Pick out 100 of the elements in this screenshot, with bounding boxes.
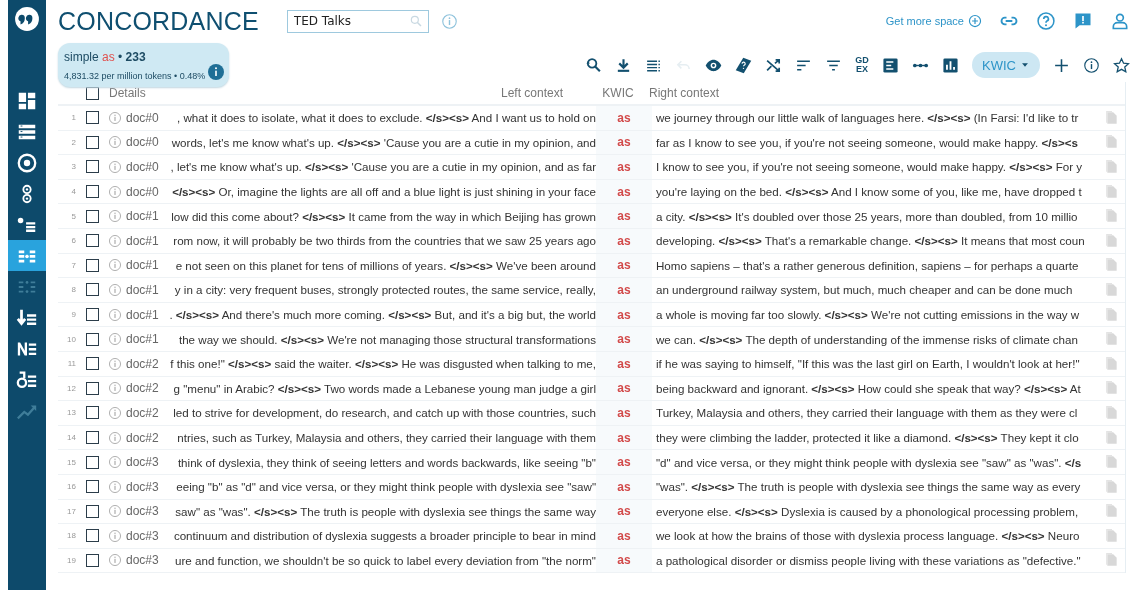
left-context: low did this come about? </s><s> It came from the way in which Beijing has grown (170, 209, 596, 223)
doc-id[interactable]: doc#2 (126, 381, 159, 396)
get-more-space-link[interactable]: Get more space (885, 14, 982, 28)
logo-icon[interactable] (14, 6, 40, 32)
doc-id[interactable]: doc#1 (126, 209, 159, 224)
row-checkbox[interactable] (86, 504, 99, 518)
row-checkbox[interactable] (86, 209, 99, 223)
right-context: developing. </s><s> That's a remarkable change. </s><s> It means that most coun (656, 234, 1086, 248)
keyword[interactable]: as (596, 106, 652, 130)
left-context: ntries, such as Turkey, Malaysia and others, they carried their language with them (176, 431, 596, 444)
search-icon (408, 13, 423, 28)
row-checkbox[interactable] (86, 381, 99, 395)
row-checkbox[interactable] (86, 234, 99, 248)
row-checkbox[interactable] (86, 308, 99, 322)
doc-id[interactable]: doc#1 (126, 307, 159, 322)
search-field[interactable]: TED Talks (286, 9, 429, 33)
doc-id[interactable]: doc#3 (126, 553, 159, 568)
row-checkbox[interactable] (86, 529, 99, 543)
row-checkbox[interactable] (86, 160, 99, 174)
line-number: 8 (70, 285, 76, 295)
help-icon[interactable] (1036, 11, 1056, 31)
plus-icon[interactable] (1053, 56, 1070, 74)
feedback-icon[interactable] (1073, 11, 1093, 31)
line-number: 5 (70, 211, 76, 221)
row-checkbox[interactable] (86, 258, 99, 272)
left-context: g "menu" in Arabic? </s><s> Two words made a Lebanese young man judge a girl (172, 381, 596, 395)
keyword[interactable]: as (596, 155, 652, 179)
left-context: words, let's me know what's up. </s><s> 'Cause you are a cutie in my opinion, and (170, 135, 596, 149)
left-context: </s><s> Or, imagine the lights are all off and a blue light is just shining in your face (171, 185, 596, 199)
keyword[interactable]: as (596, 204, 652, 228)
doc-id[interactable]: doc#3 (126, 455, 159, 470)
row-checkbox[interactable] (86, 283, 99, 297)
doc-id[interactable]: doc#1 (126, 282, 159, 297)
text-box-icon[interactable] (882, 56, 900, 74)
doc-id[interactable]: doc#1 (126, 233, 159, 248)
row-checkbox[interactable] (86, 185, 99, 199)
tag-question-icon[interactable] (735, 56, 753, 74)
row-checkbox[interactable] (86, 455, 99, 469)
doc-id[interactable]: doc#3 (126, 528, 159, 543)
user-icon[interactable] (1110, 11, 1130, 31)
right-context: "was". </s><s> The truth is people with dyslexia see things the same way as every (656, 480, 1082, 494)
row-checkbox[interactable] (86, 480, 99, 494)
doc-id[interactable]: doc#3 (126, 479, 159, 494)
left-context: e not seen on this planet for tens of millions of years. </s><s> We've been around (174, 258, 596, 272)
column-header: Details (109, 86, 147, 100)
doc-id[interactable]: doc#0 (126, 160, 159, 174)
query-text: simple as • 233 (64, 50, 146, 64)
doc-id[interactable]: doc#0 (126, 110, 159, 125)
shuffle-icon[interactable] (765, 56, 783, 74)
doc-id[interactable]: doc#1 (126, 258, 159, 273)
row-checkbox[interactable] (86, 357, 99, 371)
right-context: a city. </s><s> It's doubled over those 25 years, more than doubled, from 10 millio (656, 209, 1079, 223)
keyword[interactable]: as (596, 179, 652, 204)
left-context: led to strive for development, do research, and catch up with those countries, such (172, 406, 596, 420)
info-icon[interactable] (208, 64, 225, 80)
doc-id[interactable]: doc#0 (126, 184, 159, 199)
column-header: Left context (501, 86, 565, 100)
row-checkbox[interactable] (86, 135, 99, 149)
row-checkbox[interactable] (86, 406, 99, 420)
keyword[interactable]: as (596, 425, 652, 450)
left-context: , what it does to isolate, what it does to exclude. </s><s> And I want us to hold on (176, 111, 596, 125)
frequency-text: 4,831.32 per million tokens • 0.48% (64, 71, 206, 81)
keyword[interactable]: as (596, 450, 652, 474)
keyword[interactable]: as (596, 302, 652, 327)
row-checkbox[interactable] (86, 111, 99, 125)
right-context: "d" and vice versa, or they might think people with dyslexia see "saw" as "was". </s (656, 455, 1083, 469)
row-checkbox[interactable] (86, 431, 99, 444)
keyword[interactable]: as (596, 401, 652, 425)
bar-chart-icon[interactable] (942, 56, 960, 74)
keyword[interactable]: as (596, 376, 652, 401)
doc-id[interactable]: doc#1 (126, 332, 159, 347)
line-number: 7 (70, 260, 76, 270)
keyword[interactable]: as (596, 130, 652, 155)
doc-id[interactable]: doc#2 (126, 356, 159, 371)
left-context: eeing "b" as "d" and vice versa, or they might think people with dyslexia see "saw" (175, 480, 596, 494)
doc-id[interactable]: doc#3 (126, 504, 159, 519)
doc-id[interactable]: doc#2 (126, 430, 159, 445)
keyword[interactable]: as (596, 228, 652, 253)
keyword[interactable]: as (596, 474, 652, 499)
keyword[interactable]: as (596, 253, 652, 278)
keyword[interactable]: as (596, 327, 652, 351)
right-context: they were climbing the ladder, protected it like a diamond. </s><s> They kept it clo (656, 431, 1080, 444)
keyword[interactable]: as (596, 548, 652, 573)
keyword[interactable]: as (596, 351, 652, 376)
row-checkbox[interactable] (86, 332, 99, 346)
right-context: I know to see you, if you're not seeing someone, would make happy. </s><s> For y (656, 160, 1084, 174)
doc-id[interactable]: doc#0 (126, 135, 159, 150)
info-icon[interactable] (1083, 56, 1100, 74)
target-icon[interactable] (16, 151, 38, 174)
doc-id[interactable]: doc#2 (126, 405, 159, 420)
star-icon[interactable] (1113, 56, 1130, 74)
row-checkbox[interactable] (86, 554, 99, 567)
gdex-button[interactable]: GD EX (855, 56, 870, 74)
search-history-icon[interactable] (585, 56, 603, 74)
keyword[interactable]: as (596, 524, 652, 548)
keyword[interactable]: as (596, 499, 652, 524)
right-context: being backward and ignorant. </s><s> How could she speak that way? </s><s> At (656, 381, 1082, 395)
keyword[interactable]: as (596, 278, 652, 302)
line-number: 9 (70, 310, 76, 320)
column-header: Right context (649, 86, 720, 100)
